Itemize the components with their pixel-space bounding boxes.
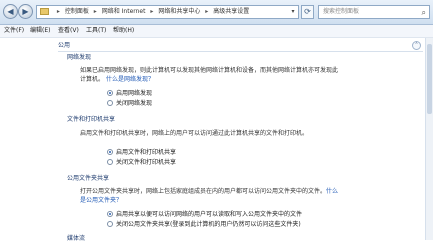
radio-disable-discovery[interactable]: 关闭网络发现 (107, 99, 152, 108)
radio-label: 关闭文件和打印机共享 (116, 159, 177, 166)
description-text: 打开公用文件夹共享时，网络上包括家庭组成员在内的用户都可以访问公用文件夹中的文件… (80, 188, 327, 195)
help-link-public-folder[interactable]: 什么 (326, 188, 338, 195)
radio-label: 启用网络发现 (116, 90, 153, 97)
radio-selected-icon[interactable] (107, 89, 113, 96)
address-dropdown-icon[interactable]: ▾ (287, 5, 299, 19)
breadcrumb-separator-icon: ▸ (205, 8, 209, 15)
breadcrumb-item-current[interactable]: 高级共享设置 (213, 6, 249, 18)
file-sharing-title: 文件和打印机共享 (67, 116, 116, 123)
back-arrow-icon: ◀ (7, 7, 14, 16)
help-link-network-discovery[interactable]: 什么是网络发现？ (106, 76, 154, 83)
radio-unselected-icon[interactable] (107, 99, 113, 106)
radio-enable-public-folder[interactable]: 启用共享以便可以访问网络的用户可以读取和写入公用文件夹中的文件 (107, 210, 302, 219)
radio-label: 关闭公用文件夹共享(登录到此计算机的用户仍然可以访问这些文件夹) (116, 221, 301, 228)
search-icon[interactable]: ⌕ (422, 7, 426, 19)
radio-enable-discovery[interactable]: 启用网络发现 (107, 89, 152, 98)
breadcrumb-separator-icon: ▸ (56, 8, 60, 15)
breadcrumb-separator-icon: ▸ (93, 8, 97, 15)
control-panel-icon (40, 8, 49, 15)
public-folder-description: 打开公用文件夹共享时，网络上包括家庭组成员在内的用户都可以访问公用文件夹中的文件… (80, 187, 380, 205)
network-discovery-title: 网络发现 (67, 54, 92, 61)
menu-bar: 文件(F) 编辑(E) 查看(V) 工具(T) 帮助(H) (0, 25, 433, 38)
divider (58, 51, 423, 52)
radio-disable-file-sharing[interactable]: 关闭文件和打印机共享 (107, 158, 176, 167)
menu-edit[interactable]: 编辑(E) (30, 26, 50, 36)
public-folder-title: 公用文件夹共享 (67, 175, 110, 182)
file-sharing-description: 启用文件和打印机共享时，网络上的用户可以访问通过此计算机共享的文件和打印机。 (80, 130, 309, 137)
radio-selected-icon[interactable] (107, 210, 113, 217)
description-line: 计算机。 什么是网络发现？ (80, 75, 370, 84)
breadcrumb-item[interactable]: 网络和 Internet (102, 6, 146, 18)
radio-enable-file-sharing[interactable]: 启用文件和打印机共享 (107, 148, 176, 157)
radio-label: 关闭网络发现 (116, 100, 153, 107)
menu-tools[interactable]: 工具(T) (86, 26, 106, 36)
vertical-scrollbar[interactable] (425, 38, 433, 240)
forward-arrow-icon: ▶ (22, 7, 29, 16)
description-line: 是公用文件夹？ (80, 196, 380, 205)
radio-label: 启用共享以便可以访问网络的用户可以读取和写入公用文件夹中的文件 (116, 211, 303, 218)
profile-header-public[interactable]: 公用 ⌃ (58, 40, 423, 51)
scrollbar-thumb[interactable] (427, 44, 432, 114)
breadcrumb-item[interactable]: 控制面板 (65, 6, 89, 18)
help-link-public-folder-cont[interactable]: 是公用文件夹？ (80, 197, 122, 204)
media-streaming-title: 媒体流 (67, 235, 86, 242)
menu-view[interactable]: 查看(V) (58, 26, 79, 36)
network-discovery-description: 如果已启用网络发现，则此计算机可以发现其他网络计算机和设备，而其他网络计算机亦可… (80, 66, 370, 84)
radio-label: 启用文件和打印机共享 (116, 149, 177, 156)
breadcrumb-item[interactable]: 网络和共享中心 (158, 6, 200, 18)
radio-unselected-icon[interactable] (107, 220, 113, 227)
back-button[interactable]: ◀ (3, 4, 18, 19)
address-bar: ◀ ▶ ▸ 控制面板 ▸ 网络和 Internet ▸ 网络和共享中心 ▸ 高级… (0, 0, 433, 25)
description-line: 如果已启用网络发现，则此计算机可以发现其他网络计算机和设备，而其他网络计算机亦可… (80, 67, 339, 74)
menu-help[interactable]: 帮助(H) (113, 26, 134, 36)
collapse-chevron-icon[interactable]: ⌃ (412, 41, 421, 50)
refresh-button[interactable]: ⟳ (301, 5, 314, 19)
menu-file[interactable]: 文件(F) (4, 26, 24, 36)
search-input[interactable]: 搜索控制面板 ⌕ (318, 5, 430, 19)
breadcrumb[interactable]: ▸ 控制面板 ▸ 网络和 Internet ▸ 网络和共享中心 ▸ 高级共享设置 (36, 5, 299, 19)
profile-title: 公用 (58, 42, 71, 49)
radio-unselected-icon[interactable] (107, 158, 113, 165)
search-placeholder: 搜索控制面板 (323, 8, 360, 15)
radio-disable-public-folder[interactable]: 关闭公用文件夹共享(登录到此计算机的用户仍然可以访问这些文件夹) (107, 220, 301, 229)
forward-button[interactable]: ▶ (18, 4, 33, 19)
refresh-icon: ⟳ (304, 7, 311, 16)
breadcrumb-separator-icon: ▸ (150, 8, 154, 15)
description-text: 计算机。 (80, 76, 105, 83)
advanced-sharing-settings: 公用 ⌃ 网络发现 如果已启用网络发现，则此计算机可以发现其他网络计算机和设备，… (0, 38, 433, 242)
radio-selected-icon[interactable] (107, 148, 113, 155)
description-line: 打开公用文件夹共享时，网络上包括家庭组成员在内的用户都可以访问公用文件夹中的文件… (80, 187, 380, 196)
